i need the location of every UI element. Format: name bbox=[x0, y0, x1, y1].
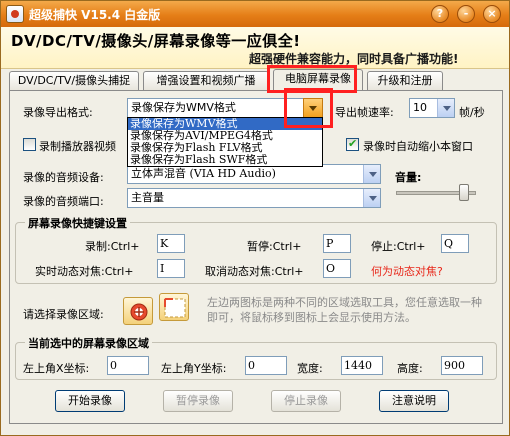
hotkey-stop-label: 停止:Ctrl+ bbox=[371, 240, 426, 253]
framerate-unit: 帧/秒 bbox=[459, 106, 485, 119]
hotkey-focus-label: 实时动态对焦:Ctrl+ bbox=[35, 265, 134, 278]
framerate-select[interactable]: 10 bbox=[409, 98, 455, 118]
audio-device-select[interactable]: 立体声混音 (VIA HD Audio) bbox=[127, 164, 381, 184]
audio-port-value: 主音量 bbox=[131, 191, 164, 204]
audio-port-label: 录像的音频端口: bbox=[23, 195, 104, 208]
region-x-label: 左上角X坐标: bbox=[23, 362, 90, 375]
tab-strip: DV/DC/TV/摄像头捕捉 增强设置和视频广播 电脑屏幕录像 升级和注册 bbox=[9, 69, 503, 91]
region-label: 请选择录像区域: bbox=[23, 308, 104, 321]
highlight-box-dropdown bbox=[284, 88, 333, 128]
auto-minimize-label: 录像时自动缩小本窗口 bbox=[363, 140, 473, 153]
region-width-label: 宽度: bbox=[297, 362, 323, 375]
banner-headline: DV/DC/TV/摄像头/屏幕录像等一应俱全! bbox=[11, 32, 301, 50]
app-window: 超级捕快 V15.4 白金版 ? - × DV/DC/TV/摄像头/屏幕录像等一… bbox=[0, 0, 510, 436]
chevron-down-icon bbox=[363, 165, 380, 183]
region-x-input[interactable]: 0 bbox=[107, 356, 149, 375]
pause-record-button[interactable]: 暂停录像 bbox=[163, 390, 233, 412]
drag-select-icon bbox=[164, 298, 186, 318]
tab-enhanced-broadcast[interactable]: 增强设置和视频广播 bbox=[143, 71, 269, 91]
hotkey-pause-label: 暂停:Ctrl+ bbox=[247, 240, 302, 253]
current-region-title: 当前选中的屏幕录像区域 bbox=[25, 335, 152, 351]
export-format-value: 录像保存为WMV格式 bbox=[131, 101, 236, 114]
audio-port-select[interactable]: 主音量 bbox=[127, 188, 381, 208]
record-player-video-checkbox[interactable] bbox=[23, 138, 36, 151]
framerate-value: 10 bbox=[413, 101, 427, 114]
help-button[interactable]: ? bbox=[431, 5, 449, 23]
region-tool-drag-button[interactable] bbox=[159, 293, 189, 321]
region-y-label: 左上角Y坐标: bbox=[161, 362, 227, 375]
region-hint-text: 左边两图标是两种不同的区域选取工具，您任意选取一种即可，将鼠标移到图标上会显示使… bbox=[207, 296, 482, 324]
region-width-input[interactable]: 1440 bbox=[341, 356, 383, 375]
title-bar[interactable]: 超级捕快 V15.4 白金版 ? - × bbox=[1, 1, 509, 27]
region-y-input[interactable]: 0 bbox=[245, 356, 287, 375]
hotkey-cancel-focus-label: 取消动态对焦:Ctrl+ bbox=[205, 265, 304, 278]
dropdown-option-avi[interactable]: 录像保存为AVI/MPEG4格式 bbox=[128, 130, 322, 142]
crosshair-icon bbox=[130, 303, 148, 321]
auto-minimize-checkbox[interactable] bbox=[346, 137, 359, 151]
audio-device-value: 立体声混音 (VIA HD Audio) bbox=[131, 167, 276, 180]
hotkey-focus-input[interactable]: I bbox=[157, 259, 185, 278]
framerate-label: 导出帧速率: bbox=[335, 106, 394, 119]
dropdown-option-swf[interactable]: 录像保存为Flash SWF格式 bbox=[128, 154, 322, 166]
start-record-button[interactable]: 开始录像 bbox=[55, 390, 125, 412]
region-height-input[interactable]: 900 bbox=[441, 356, 483, 375]
highlight-box-tab bbox=[267, 65, 357, 93]
hotkey-cancel-focus-input[interactable]: O bbox=[323, 259, 351, 278]
app-logo-icon bbox=[6, 5, 24, 23]
what-is-focus-link[interactable]: 何为动态对焦? bbox=[371, 263, 443, 279]
audio-device-label: 录像的音频设备: bbox=[23, 171, 104, 184]
hotkey-record-label: 录制:Ctrl+ bbox=[85, 240, 140, 253]
chevron-down-icon bbox=[363, 189, 380, 207]
minimize-button[interactable]: - bbox=[457, 5, 475, 23]
tab-capture[interactable]: DV/DC/TV/摄像头捕捉 bbox=[9, 71, 139, 91]
stop-record-button[interactable]: 停止录像 bbox=[271, 390, 341, 412]
notes-button[interactable]: 注意说明 bbox=[379, 390, 449, 412]
tab-upgrade-register[interactable]: 升级和注册 bbox=[367, 71, 443, 91]
chevron-down-icon bbox=[437, 99, 454, 117]
volume-label: 音量: bbox=[395, 171, 422, 184]
window-title: 超级捕快 V15.4 白金版 bbox=[29, 8, 161, 22]
volume-slider-thumb[interactable] bbox=[459, 184, 469, 201]
dropdown-option-flv[interactable]: 录像保存为Flash FLV格式 bbox=[128, 142, 322, 154]
hotkey-record-input[interactable]: K bbox=[157, 234, 185, 253]
hotkey-pause-input[interactable]: P bbox=[323, 234, 351, 253]
region-tool-crosshair-button[interactable] bbox=[123, 297, 153, 325]
close-button[interactable]: × bbox=[483, 5, 501, 23]
hotkey-stop-input[interactable]: Q bbox=[441, 234, 469, 253]
promo-banner: DV/DC/TV/摄像头/屏幕录像等一应俱全! 超强硬件兼容能力，同时具备广播功… bbox=[1, 27, 509, 69]
export-format-label: 录像导出格式: bbox=[23, 106, 93, 119]
hotkey-group-title: 屏幕录像快捷键设置 bbox=[25, 215, 130, 231]
region-height-label: 高度: bbox=[397, 362, 423, 375]
record-player-video-label: 录制播放器视频 bbox=[39, 140, 116, 153]
